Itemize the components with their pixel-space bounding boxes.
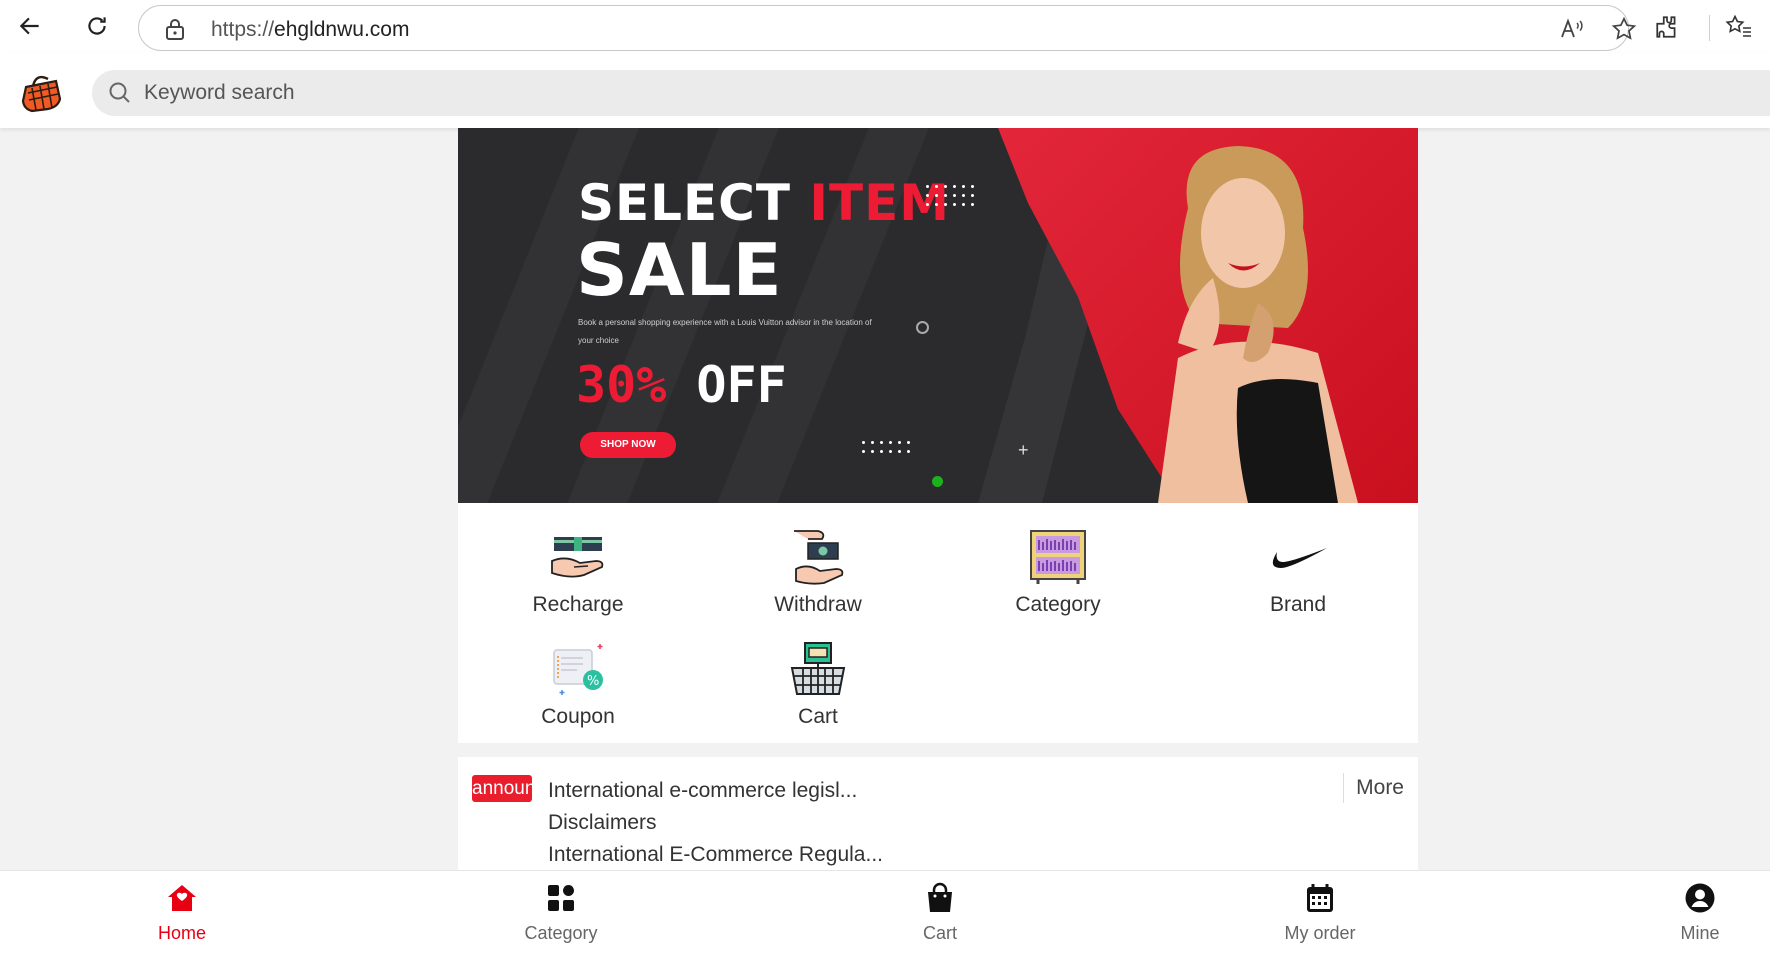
announcement-list: International e-commerce legisl... Discl… [548,775,883,871]
announcement-panel: announcement International e-commerce le… [458,757,1418,872]
basket-cart-icon [790,642,846,695]
recharge-icon [551,537,604,578]
decor-dots [862,441,910,453]
decor-circle [916,321,929,334]
announcement-item[interactable]: International E-Commerce Regula... [548,839,883,871]
coupon-icon: % [553,644,603,695]
nav-label: Mine [1680,923,1720,943]
quick-cart[interactable]: Cart [698,625,938,735]
banner-title-top: SELECT ITEM [578,174,951,232]
quick-label: Category [1015,593,1101,616]
favorite-star-icon [1611,16,1637,40]
nav-label: My order [1284,923,1356,943]
shopping-bag-icon [928,882,952,912]
extensions-button[interactable] [1650,10,1684,44]
banner-description: Book a personal shopping experience with… [578,318,872,345]
quick-recharge[interactable]: Recharge [458,513,698,623]
nav-label: Cart [922,923,957,943]
bottom-navigation: Home Category Cart My order Mine [0,870,1770,954]
announcement-tag: announcement [472,775,532,802]
quick-menu: Recharge Withdraw Category Brand % Coupo… [458,503,1418,743]
refresh-icon [88,17,106,35]
lock-icon [166,19,184,40]
toolbar-separator [1709,15,1710,41]
withdraw-icon [794,530,844,585]
search-input[interactable] [144,78,1044,108]
nav-my-order[interactable]: My order [1240,881,1400,947]
refresh-button[interactable] [79,8,115,44]
quick-label: Withdraw [774,593,862,616]
slide-indicator[interactable] [932,476,943,487]
nav-label: Category [524,923,598,943]
category-shelf-icon [1030,530,1086,584]
nav-cart[interactable]: Cart [860,881,1020,947]
quick-coupon[interactable]: % Coupon [458,625,698,735]
back-arrow-icon [19,17,39,35]
svg-text:%: % [587,674,599,689]
basket-logo-icon [21,75,62,113]
address-bar[interactable]: https://ehgldnwu.com [138,5,1637,51]
shop-logo[interactable] [18,69,64,115]
grid-icon [548,885,574,911]
nav-category[interactable]: Category [481,881,641,947]
banner-title-main: SALE [576,228,783,312]
nav-home[interactable]: Home [102,881,262,947]
announcement-item[interactable]: Disclaimers [548,807,883,839]
search-icon [109,82,130,103]
decor-plus: + [1018,440,1029,460]
quick-label: Recharge [532,593,624,616]
favorite-button[interactable] [1609,14,1639,44]
quick-category[interactable]: Category [938,513,1178,623]
nav-mine[interactable]: Mine [1620,881,1770,947]
site-header [0,53,1770,128]
nav-label: Home [157,923,206,943]
announcement-item[interactable]: International e-commerce legisl... [548,775,883,807]
back-button[interactable] [12,8,48,44]
browser-toolbar: https://ehgldnwu.com [0,0,1770,53]
quick-label: Brand [1269,593,1327,616]
decor-dots [926,185,974,206]
read-aloud-icon [1561,18,1583,38]
quick-label: Coupon [541,705,615,728]
banner-discount: 30% OFF [576,356,787,414]
home-icon [168,885,196,911]
extensions-icon [1656,16,1676,38]
model-photo [1158,146,1358,503]
favorites-icon [1725,14,1751,37]
read-aloud-button[interactable] [1557,14,1587,44]
main-content: SELECT ITEM SALE Book a personal shoppin… [458,128,1418,872]
quick-label: Cart [798,705,838,728]
search-bar [92,70,1770,116]
nike-swoosh-icon [1272,548,1327,568]
user-icon [1685,883,1715,913]
quick-brand[interactable]: Brand [1178,513,1418,623]
calendar-icon [1307,884,1333,912]
more-link[interactable]: More [1343,773,1404,803]
favorites-button[interactable] [1722,10,1756,44]
shop-now-button[interactable]: SHOP NOW [580,432,676,458]
quick-withdraw[interactable]: Withdraw [698,513,938,623]
promo-banner[interactable]: SELECT ITEM SALE Book a personal shoppin… [458,128,1418,503]
url-text: https://ehgldnwu.com [211,18,410,41]
